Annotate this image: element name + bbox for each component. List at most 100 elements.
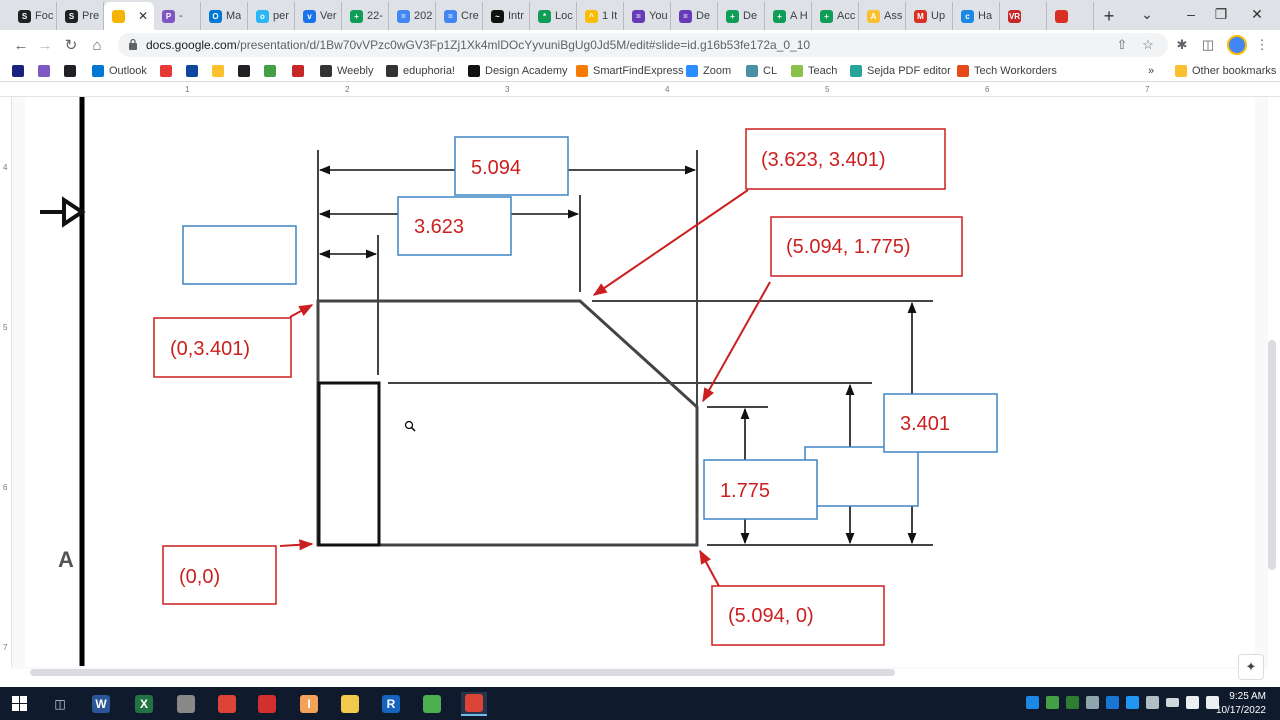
bookmark-item[interactable]: Teach	[791, 63, 837, 79]
browser-tab[interactable]: A Ass	[859, 2, 906, 30]
tray-icon[interactable]	[1106, 696, 1119, 709]
browser-tab[interactable]: o per	[248, 2, 295, 30]
bookmark-item[interactable]	[160, 63, 177, 79]
browser-tab[interactable]: = 202	[389, 2, 436, 30]
bookmark-item[interactable]	[38, 63, 55, 79]
bookmark-item[interactable]	[264, 63, 281, 79]
tab-favicon-icon: O	[209, 9, 222, 23]
browser-tab[interactable]: = Cre	[436, 2, 483, 30]
browser-tab[interactable]: +22-	[342, 2, 389, 30]
clock-time: 9:25 AM	[1229, 691, 1266, 702]
bookmark-item[interactable]	[212, 63, 229, 79]
more-bookmarks-chevron[interactable]: »	[1148, 63, 1154, 79]
taskbar-app-icon[interactable]	[254, 692, 280, 716]
horizontal-scrollbar[interactable]	[30, 669, 895, 676]
tray-icon[interactable]	[1026, 696, 1039, 709]
explore-assistant-icon[interactable]: ✦	[1238, 654, 1264, 680]
bookmark-item[interactable]: eduphoria!	[386, 63, 455, 79]
browser-tab[interactable]: v Ver	[295, 2, 342, 30]
browser-tab[interactable]: = You	[624, 2, 671, 30]
bookmark-label: eduphoria!	[403, 65, 455, 77]
vertical-scrollbar[interactable]	[1268, 340, 1276, 570]
browser-tab[interactable]: M Up	[906, 2, 953, 30]
browser-tab[interactable]: VR	[1000, 2, 1047, 30]
battery-icon[interactable]	[1166, 698, 1179, 707]
ruler-number: 4	[665, 85, 670, 94]
taskbar-app-icon[interactable]	[173, 692, 199, 716]
tray-icon[interactable]	[1086, 696, 1099, 709]
browser-tab[interactable]: c Ha	[953, 2, 1000, 30]
bookmark-item[interactable]	[64, 63, 81, 79]
tray-icon[interactable]	[1046, 696, 1059, 709]
app-glyph	[258, 695, 276, 713]
taskbar-app-icon[interactable]: X	[131, 692, 157, 716]
browser-tab[interactable]: P-	[154, 2, 201, 30]
tab-title: Foc	[35, 10, 54, 22]
browser-tab[interactable]: S Foc	[10, 2, 57, 30]
profile-avatar[interactable]	[1227, 35, 1247, 55]
taskbar-app-icon[interactable]	[214, 692, 240, 716]
taskbar-app-icon[interactable]: I	[296, 692, 322, 716]
new-tab-button[interactable]: +	[1094, 2, 1124, 30]
bookmark-star-icon[interactable]: ☆	[1138, 35, 1158, 55]
address-bar[interactable]: docs.google.com/presentation/d/1Bw70vVPz…	[118, 33, 1168, 57]
tab-title: per	[273, 10, 289, 22]
slide-canvas[interactable]: A 5.094 3.623 3.401 1.775 (3.623, 3.401)…	[12, 97, 1268, 669]
bookmark-item[interactable]	[238, 63, 255, 79]
browser-tab[interactable]	[1047, 2, 1094, 30]
bookmark-item[interactable]	[186, 63, 203, 79]
share-icon[interactable]: ⇧	[1112, 35, 1132, 55]
bookmark-item[interactable]: CL	[746, 63, 777, 79]
menu-icon[interactable]: ⋮	[1252, 35, 1272, 55]
browser-tab[interactable]: = De	[671, 2, 718, 30]
windows-start-icon[interactable]	[12, 696, 27, 711]
bookmark-item[interactable]: Outlook	[92, 63, 147, 79]
bookmark-label: Design Academy	[485, 65, 568, 77]
browser-tab[interactable]: + A H	[765, 2, 812, 30]
vertical-ruler: 4 5 6 7	[0, 97, 12, 667]
bookmark-favicon-icon	[957, 65, 969, 77]
browser-tab[interactable]: S Pre	[57, 2, 104, 30]
home-icon[interactable]: ⌂	[86, 34, 108, 56]
tab-favicon-icon: v	[303, 9, 316, 23]
forward-icon[interactable]: →	[34, 34, 56, 56]
close-window-button[interactable]: ✕	[1234, 0, 1280, 28]
bookmark-item[interactable]: Design Academy	[468, 63, 568, 79]
dim-label: 3.401	[900, 413, 950, 435]
browser-tab[interactable]: ^ 1 It	[577, 2, 624, 30]
taskbar-app-icon[interactable]: R	[378, 692, 404, 716]
browser-tab[interactable]: ✕	[104, 2, 154, 30]
task-view-icon[interactable]: ◫	[47, 692, 73, 716]
side-panel-icon[interactable]: ◫	[1198, 35, 1218, 55]
browser-tab[interactable]: * Loc	[530, 2, 577, 30]
volume-icon[interactable]	[1186, 696, 1199, 709]
taskbar-app-icon[interactable]: W	[88, 692, 114, 716]
tab-favicon-icon: S	[65, 9, 78, 23]
bookmark-item[interactable]	[292, 63, 309, 79]
bookmark-item[interactable]: Sejda PDF editor	[850, 63, 951, 79]
tray-icon[interactable]	[1146, 696, 1159, 709]
tab-favicon-icon: =	[444, 9, 457, 23]
reload-icon[interactable]: ↻	[60, 34, 82, 56]
bluetooth-icon[interactable]	[1126, 696, 1139, 709]
slide[interactable]: A 5.094 3.623 3.401 1.775 (3.623, 3.401)…	[25, 97, 1255, 667]
bookmark-item[interactable]: SmartFindExpress	[576, 63, 683, 79]
browser-tab[interactable]: + De	[718, 2, 765, 30]
bookmark-item[interactable]: Tech Workorders	[957, 63, 1057, 79]
taskbar-app-icon[interactable]	[419, 692, 445, 716]
taskbar-app-icon[interactable]	[337, 692, 363, 716]
back-icon[interactable]: ←	[10, 34, 32, 56]
extensions-icon[interactable]: ✱	[1172, 35, 1192, 55]
browser-tab[interactable]: O Ma	[201, 2, 248, 30]
taskbar-clock[interactable]: 9:25 AM 10/17/2022	[1216, 690, 1266, 718]
bookmark-item[interactable]: Weebly	[320, 63, 373, 79]
tab-search-icon[interactable]: ⌄	[1124, 0, 1170, 28]
close-tab-icon[interactable]: ✕	[138, 9, 148, 23]
tray-icon[interactable]	[1066, 696, 1079, 709]
browser-tab[interactable]: + Acc	[812, 2, 859, 30]
bookmark-item[interactable]	[12, 63, 29, 79]
bookmark-item[interactable]: Zoom	[686, 63, 731, 79]
other-bookmarks-folder[interactable]: Other bookmarks	[1175, 63, 1276, 79]
browser-tab[interactable]: ~ Intr	[483, 2, 530, 30]
taskbar-app-icon[interactable]	[461, 692, 487, 716]
